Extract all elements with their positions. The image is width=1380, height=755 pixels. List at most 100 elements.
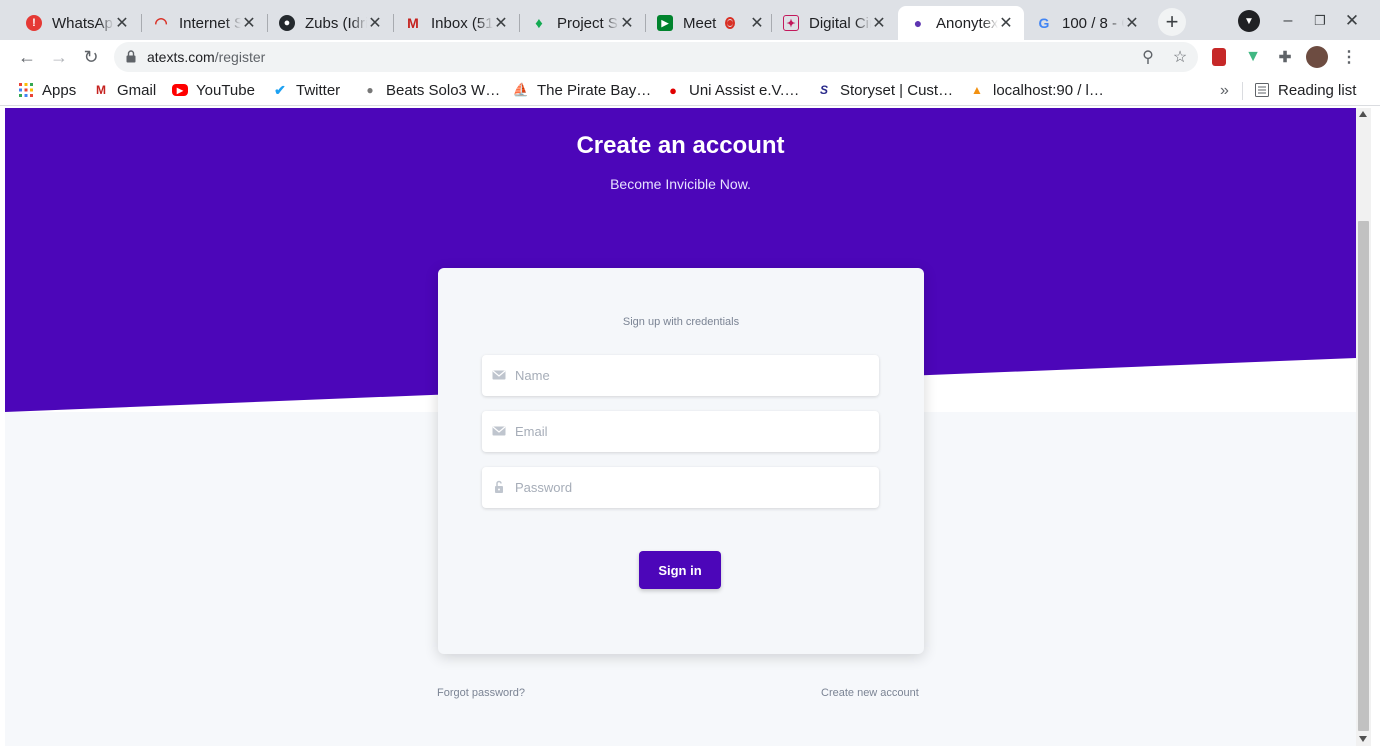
close-icon[interactable]: ✕ (367, 13, 383, 33)
tab-digital-circle[interactable]: ✦ Digital Circle ✕ (771, 6, 897, 40)
bookmark-label: Gmail (117, 81, 157, 99)
leaf-icon: ♦ (535, 14, 543, 32)
create-account-link[interactable]: Create new account (821, 687, 919, 699)
form-heading: Sign up with credentials (622, 316, 740, 328)
bookmark-label: Storyset | Cust… (840, 81, 954, 99)
close-icon[interactable]: ✕ (749, 13, 765, 33)
reading-list-label: Reading list (1278, 81, 1357, 99)
vue-devtools-icon[interactable]: ▼ (1244, 48, 1262, 66)
storyset-icon: S (819, 83, 828, 97)
page-subtitle: Become Invicible Now. (610, 176, 751, 192)
bookmark-label: Uni Assist e.V.… (689, 81, 800, 99)
tab-whatsapp[interactable]: ! WhatsApp ✕ (14, 6, 140, 40)
apps-grid-icon (18, 82, 34, 98)
close-icon[interactable]: ✕ (114, 13, 130, 33)
page-viewport: Create an account Become Invicible Now. … (5, 108, 1356, 746)
phpmyadmin-icon: ▲ (971, 83, 983, 97)
password-input[interactable] (515, 467, 870, 508)
bookmark-twitter[interactable]: ✔ Twitter (272, 80, 340, 100)
github-icon: ● (279, 15, 295, 31)
close-icon[interactable]: ✕ (619, 13, 635, 33)
email-field[interactable] (482, 411, 879, 452)
youtube-icon: ▶ (172, 84, 188, 96)
pirate-ship-icon: ⛵ (512, 82, 530, 97)
twitter-icon: ✔ (274, 81, 286, 98)
new-tab-button[interactable]: + (1158, 8, 1186, 36)
tab-title: WhatsApp (52, 14, 114, 32)
address-bar[interactable]: atexts.com/register ⚲ ☆ (114, 42, 1198, 72)
tab-github[interactable]: ● Zubs (Idris) ✕ (267, 6, 393, 40)
bookmarks-bar: Apps M Gmail ▶ YouTube ✔ Twitter ● Beats… (0, 74, 1380, 106)
tab-title: Project Sheet (557, 14, 619, 32)
bookmark-label: The Pirate Bay… (537, 81, 652, 99)
close-icon[interactable]: ✕ (493, 13, 509, 33)
tab-title: Inbox (51) (431, 14, 493, 32)
tab-title: Anonytexts (936, 14, 998, 32)
extension-red-icon[interactable] (1212, 48, 1226, 66)
scrollbar-thumb[interactable] (1358, 221, 1369, 731)
close-icon[interactable]: ✕ (998, 13, 1014, 33)
scroll-up-icon[interactable] (1359, 111, 1367, 117)
forward-button[interactable]: → (46, 44, 72, 70)
bookmark-pirate-bay[interactable]: ⛵ The Pirate Bay… (513, 80, 651, 100)
gmail-icon: M (96, 83, 106, 97)
close-icon[interactable]: ✕ (241, 13, 257, 33)
whatsapp-icon: ! (26, 15, 42, 31)
minimize-button[interactable]: – (1277, 10, 1299, 32)
password-field[interactable] (482, 467, 879, 508)
bookmark-star-icon[interactable]: ☆ (1169, 46, 1191, 68)
close-window-button[interactable]: ✕ (1341, 10, 1363, 32)
bookmark-label: Beats Solo3 W… (386, 81, 501, 99)
sign-in-button[interactable]: Sign in (639, 551, 721, 589)
bookmark-separator (1242, 82, 1243, 100)
email-input[interactable] (515, 411, 870, 452)
tab-search-icon[interactable]: ▼ (1238, 10, 1260, 32)
register-card: Sign up with credentials Name Email Sign… (438, 268, 924, 654)
zoom-icon[interactable]: ⚲ (1137, 46, 1159, 68)
gmail-icon: M (407, 15, 419, 31)
anonymous-icon: ● (913, 15, 923, 31)
url-text[interactable]: atexts.com/register (147, 49, 265, 65)
page-title: Create an account (576, 132, 785, 159)
scroll-down-icon[interactable] (1359, 736, 1367, 742)
tab-title: Internet Speed (179, 14, 241, 32)
reading-list-icon (1254, 82, 1270, 98)
tab-google-search[interactable]: G 100 / 8 - Google ✕ (1024, 6, 1150, 40)
back-button[interactable]: ← (14, 44, 40, 70)
close-icon[interactable]: ✕ (871, 13, 887, 33)
tab-gmail-inbox[interactable]: M Inbox (51) ✕ (393, 6, 519, 40)
reading-list-button[interactable]: Reading list (1254, 80, 1356, 100)
tab-project-sheet[interactable]: ♦ Project Sheet ✕ (519, 6, 645, 40)
name-field[interactable] (482, 355, 879, 396)
chevron-double-right-icon[interactable]: » (1220, 82, 1229, 100)
bookmark-storyset[interactable]: S Storyset | Cust… (816, 80, 953, 100)
close-icon[interactable]: ✕ (1124, 13, 1140, 33)
url-path: /register (214, 49, 266, 65)
bookmark-youtube[interactable]: ▶ YouTube (172, 80, 255, 100)
bookmark-uni-assist[interactable]: ● Uni Assist e.V.… (665, 80, 799, 100)
recording-icon (725, 17, 735, 29)
profile-avatar[interactable] (1306, 46, 1328, 68)
tab-title: Meet (683, 14, 717, 32)
bookmark-localhost[interactable]: ▲ localhost:90 / l… (969, 80, 1104, 100)
meet-icon: ▶ (657, 15, 673, 31)
browser-toolbar: ← → ↻ atexts.com/register ⚲ ☆ ▼ ✚ ⋮ (0, 40, 1380, 74)
tab-internet-speed[interactable]: ◠ Internet Speed ✕ (141, 6, 267, 40)
restore-button[interactable]: ❐ (1309, 10, 1331, 32)
uni-assist-icon: ● (669, 82, 677, 98)
bookmark-gmail[interactable]: M Gmail (93, 80, 156, 100)
browser-window: ! WhatsApp ✕ ◠ Internet Speed ✕ ● Zubs (… (0, 0, 1380, 755)
menu-kebab-icon[interactable]: ⋮ (1340, 48, 1358, 66)
bookmark-apps[interactable]: Apps (18, 80, 76, 100)
tab-meet[interactable]: ▶ Meet ✕ (645, 6, 771, 40)
forgot-password-link[interactable]: Forgot password? (437, 687, 525, 699)
bookmark-beats[interactable]: ● Beats Solo3 W… (362, 80, 500, 100)
tab-strip: ! WhatsApp ✕ ◠ Internet Speed ✕ ● Zubs (… (0, 0, 1380, 40)
tab-anonytexts[interactable]: ● Anonytexts ✕ (898, 6, 1024, 40)
vertical-scrollbar[interactable] (1356, 108, 1371, 746)
digital-icon: ✦ (783, 15, 799, 31)
name-input[interactable] (515, 355, 870, 396)
bookmark-label: localhost:90 / l… (993, 81, 1104, 99)
reload-button[interactable]: ↻ (78, 44, 104, 70)
extensions-puzzle-icon[interactable]: ✚ (1276, 48, 1294, 66)
